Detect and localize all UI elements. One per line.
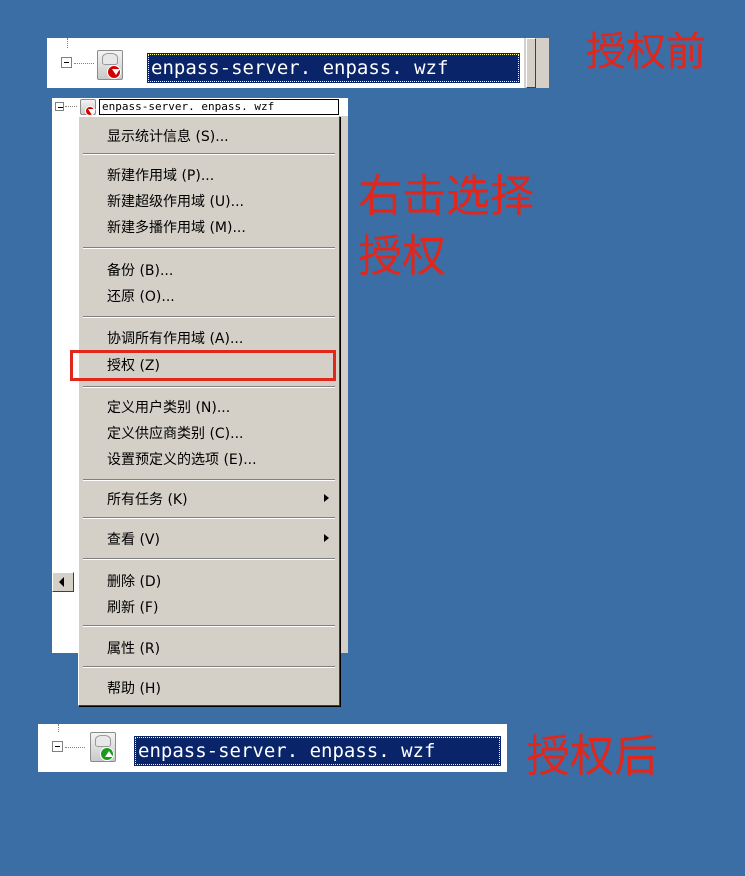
dhcp-server-icon	[97, 50, 123, 80]
annotation-right-click-line1: 右击选择	[358, 171, 534, 222]
menu-item-new-scope[interactable]: 新建作用域 (P)...	[107, 165, 214, 185]
menu-item-refresh[interactable]: 刷新 (F)	[107, 597, 158, 617]
menu-item-restore[interactable]: 还原 (O)...	[107, 286, 175, 306]
annotation-before: 授权前	[586, 29, 706, 75]
dhcp-server-icon	[80, 99, 97, 116]
menu-separator	[83, 517, 335, 519]
server-node-label[interactable]: enpass-server. enpass. wzf	[134, 736, 501, 766]
menu-separator	[83, 247, 335, 249]
menu-item-define-user-classes[interactable]: 定义用户类别 (N)...	[107, 397, 230, 417]
annotation-right-click-line2: 授权	[358, 231, 446, 282]
dhcp-server-icon	[90, 732, 116, 762]
server-node-label[interactable]: enpass-server. enpass. wzf	[99, 99, 339, 115]
menu-item-properties[interactable]: 属性 (R)	[107, 638, 160, 658]
menu-item-set-predefined-options[interactable]: 设置预定义的选项 (E)...	[107, 449, 257, 469]
menu-separator	[83, 625, 335, 627]
unauthorized-down-arrow-icon	[85, 106, 97, 116]
menu-item-help[interactable]: 帮助 (H)	[107, 678, 161, 698]
menu-item-new-superscope[interactable]: 新建超级作用域 (U)...	[107, 191, 244, 211]
left-tree-pane	[52, 116, 78, 710]
menu-separator	[83, 558, 335, 560]
authorize-highlight-box	[70, 350, 336, 381]
menu-item-define-vendor-classes[interactable]: 定义供应商类别 (C)...	[107, 423, 244, 443]
context-menu: 显示统计信息 (S)... 新建作用域 (P)... 新建超级作用域 (U)..…	[78, 116, 340, 706]
before-tree-strip: enpass-server. enpass. wzf	[47, 38, 549, 88]
tree-connector-dots	[65, 106, 77, 107]
menu-item-all-tasks[interactable]: 所有任务 (K)	[107, 489, 188, 509]
menu-separator	[83, 386, 335, 388]
menu-separator	[83, 153, 335, 155]
menu-item-show-stats[interactable]: 显示统计信息 (S)...	[107, 126, 229, 146]
tree-collapse-icon[interactable]	[52, 741, 63, 752]
server-node-label[interactable]: enpass-server. enpass. wzf	[147, 53, 520, 83]
menu-separator	[83, 479, 335, 481]
submenu-arrow-icon	[324, 534, 329, 542]
after-tree-strip: enpass-server. enpass. wzf	[38, 724, 507, 772]
tree-connector-dots	[65, 747, 85, 748]
menu-separator	[83, 666, 335, 668]
submenu-arrow-icon	[324, 494, 329, 502]
tree-collapse-icon[interactable]	[55, 102, 64, 111]
authorized-up-arrow-icon	[100, 747, 114, 761]
tree-scrollbar[interactable]	[523, 38, 549, 88]
menu-item-reconcile-all[interactable]: 协调所有作用域 (A)...	[107, 328, 243, 348]
tree-pane: enpass-server. enpass. wzf	[52, 98, 348, 116]
scroll-left-arrow-icon[interactable]	[52, 572, 74, 592]
menu-item-backup[interactable]: 备份 (B)...	[107, 260, 173, 280]
unauthorized-down-arrow-icon	[107, 65, 121, 79]
menu-item-new-multicast-scope[interactable]: 新建多播作用域 (M)...	[107, 217, 246, 237]
tree-connector-line	[58, 724, 59, 732]
scrollbar-thumb[interactable]	[526, 38, 536, 88]
menu-item-view[interactable]: 查看 (V)	[107, 529, 160, 549]
tree-collapse-icon[interactable]	[61, 57, 72, 68]
tree-connector-dots	[74, 63, 94, 64]
menu-separator	[83, 316, 335, 318]
annotation-after: 授权后	[526, 731, 658, 782]
menu-item-delete[interactable]: 删除 (D)	[107, 571, 161, 591]
tree-connector-line	[67, 38, 68, 48]
